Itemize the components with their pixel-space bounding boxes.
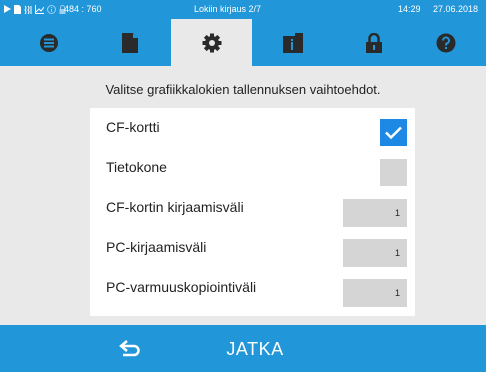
steam-icon xyxy=(24,5,32,14)
option-row-pc-backup-interval: PC-varmuuskopiointiväli 1 xyxy=(90,268,415,308)
help-icon xyxy=(436,33,455,52)
continue-label: JATKA xyxy=(226,338,284,359)
chart-icon xyxy=(35,4,44,14)
option-label: Tietokone xyxy=(106,159,167,175)
status-time: 14:29 xyxy=(398,4,421,14)
cf-card-checkbox[interactable] xyxy=(380,119,407,146)
back-button[interactable] xyxy=(110,333,152,365)
info-icon xyxy=(47,4,56,14)
checkmark-icon xyxy=(385,126,402,140)
tab-bar xyxy=(0,19,486,66)
option-row-pc-interval: PC-kirjaamisväli 1 xyxy=(90,228,415,268)
continue-button[interactable]: JATKA xyxy=(195,333,315,365)
status-icons xyxy=(4,3,66,15)
tab-lock[interactable] xyxy=(333,19,414,66)
instruction-text: Valitse grafiikkalokien tallennuksen vai… xyxy=(105,82,381,97)
list-icon xyxy=(39,33,58,52)
document-small-icon xyxy=(14,4,21,14)
footer-bar: JATKA xyxy=(0,325,486,372)
computer-checkbox[interactable] xyxy=(380,159,407,186)
status-date: 27.06.2018 xyxy=(433,4,479,14)
back-arrow-icon xyxy=(119,340,140,357)
options-panel: CF-kortti Tietokone CF-kortin kirjaamisv… xyxy=(90,108,415,316)
play-icon xyxy=(4,5,11,13)
tab-list[interactable] xyxy=(8,19,89,66)
option-label: PC-kirjaamisväli xyxy=(106,239,207,255)
pc-interval-field[interactable]: 1 xyxy=(343,239,407,267)
lock-icon xyxy=(365,32,382,53)
option-row-computer: Tietokone xyxy=(90,148,415,188)
status-coordinates: 484 : 760 xyxy=(64,4,102,14)
option-label: CF-kortti xyxy=(106,119,160,135)
pc-backup-interval-field[interactable]: 1 xyxy=(343,279,407,307)
tab-help[interactable] xyxy=(405,19,486,66)
content-area: Valitse grafiikkalokien tallennuksen vai… xyxy=(0,66,486,325)
tab-info[interactable] xyxy=(252,19,333,66)
tab-document[interactable] xyxy=(89,19,170,66)
gear-icon xyxy=(202,33,221,52)
document-icon xyxy=(121,32,138,53)
option-label: PC-varmuuskopiointiväli xyxy=(106,279,257,295)
status-title: Lokiin kirjaus 2/7 xyxy=(194,4,262,14)
option-row-cf-interval: CF-kortin kirjaamisväli 1 xyxy=(90,188,415,228)
tab-settings[interactable] xyxy=(171,19,252,66)
status-bar: 484 : 760 Lokiin kirjaus 2/7 14:29 27.06… xyxy=(0,0,486,19)
info-book-icon xyxy=(282,32,303,53)
option-row-cf-card: CF-kortti xyxy=(90,108,415,148)
option-label: CF-kortin kirjaamisväli xyxy=(106,199,244,215)
cf-interval-field[interactable]: 1 xyxy=(343,199,407,227)
